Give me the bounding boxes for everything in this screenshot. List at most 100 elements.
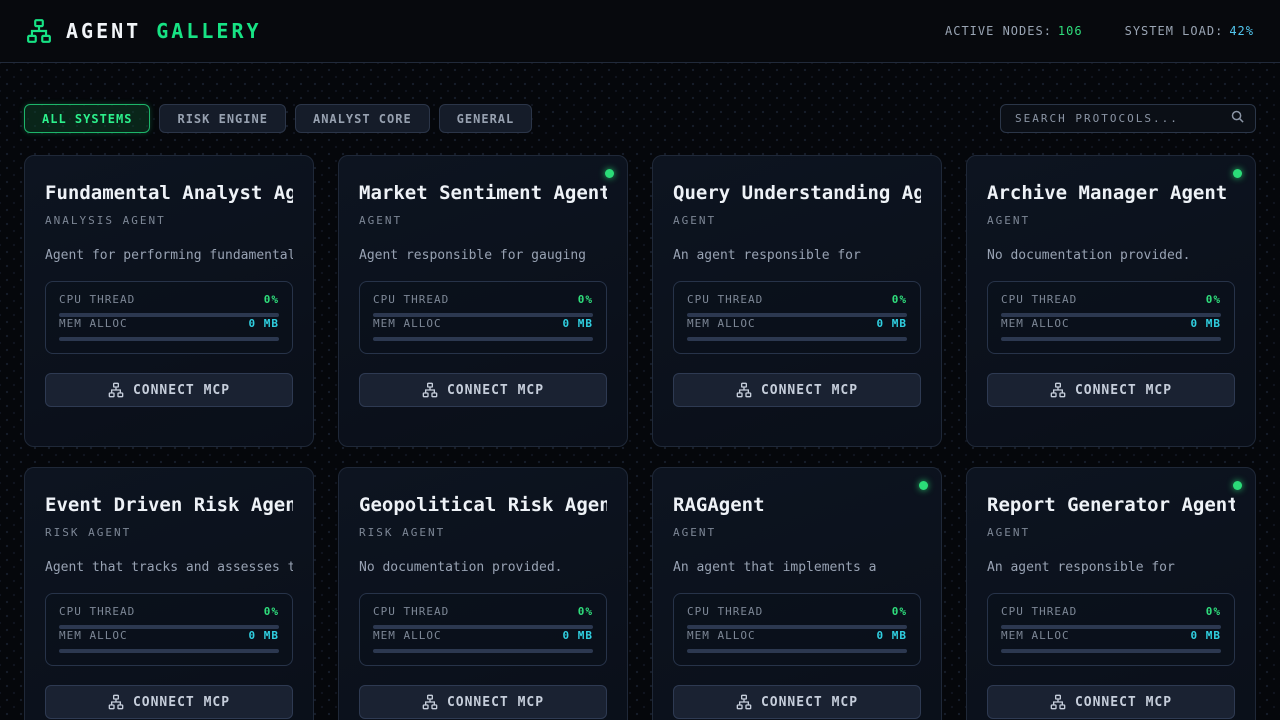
network-hub-icon — [1050, 382, 1066, 398]
cpu-stat-row: CPU THREAD 0% — [687, 293, 907, 306]
agent-card: Event Driven Risk Agent RISK AGENT Agent… — [24, 467, 314, 720]
agent-card-description: Agent that tracks and assesses the — [45, 560, 293, 575]
agent-card-description: No documentation provided. — [359, 560, 607, 575]
mem-progress-bar — [687, 649, 907, 653]
mem-value: 0 MB — [563, 317, 594, 330]
cpu-label: CPU THREAD — [1001, 293, 1077, 306]
connect-mcp-button[interactable]: CONNECT MCP — [359, 373, 607, 407]
search-input[interactable] — [1015, 112, 1230, 125]
filter-label: GENERAL — [457, 112, 515, 126]
mem-value: 0 MB — [877, 629, 908, 642]
connect-mcp-label: CONNECT MCP — [447, 695, 544, 710]
connect-mcp-button[interactable]: CONNECT MCP — [987, 373, 1235, 407]
filter-bar: ALL SYSTEMS RISK ENGINE ANALYST CORE GEN… — [24, 104, 532, 133]
filter-button-general[interactable]: GENERAL — [439, 104, 533, 133]
search-box[interactable] — [1000, 104, 1256, 133]
mem-progress-bar — [687, 337, 907, 341]
connect-mcp-label: CONNECT MCP — [133, 695, 230, 710]
agent-stats-panel: CPU THREAD 0% MEM ALLOC 0 MB — [673, 593, 921, 666]
mem-label: MEM ALLOC — [687, 629, 756, 642]
cpu-value: 0% — [578, 293, 593, 306]
cpu-label: CPU THREAD — [373, 293, 449, 306]
status-dot — [919, 481, 928, 490]
mem-stat-row: MEM ALLOC 0 MB — [687, 317, 907, 330]
mem-progress-bar — [1001, 649, 1221, 653]
connect-mcp-button[interactable]: CONNECT MCP — [45, 373, 293, 407]
mem-progress-bar — [1001, 337, 1221, 341]
app-header: AGENT GALLERY ACTIVE NODES:106 SYSTEM LO… — [0, 0, 1280, 63]
mem-value: 0 MB — [877, 317, 908, 330]
agent-card-title: Geopolitical Risk Agent — [359, 494, 607, 516]
cpu-stat-row: CPU THREAD 0% — [373, 605, 593, 618]
network-hub-icon — [736, 382, 752, 398]
agent-grid: Fundamental Analyst Agent ANALYSIS AGENT… — [24, 155, 1256, 720]
agent-card-title: Query Understanding Agent — [673, 182, 921, 204]
filter-label: RISK ENGINE — [177, 112, 267, 126]
agent-card-title: Report Generator Agent — [987, 494, 1235, 516]
cpu-stat-row: CPU THREAD 0% — [687, 605, 907, 618]
agent-card-description: An agent responsible for — [987, 560, 1235, 575]
agent-card: Report Generator Agent AGENT An agent re… — [966, 467, 1256, 720]
agent-card-title: Event Driven Risk Agent — [45, 494, 293, 516]
agent-stats-panel: CPU THREAD 0% MEM ALLOC 0 MB — [45, 593, 293, 666]
agent-card-description: An agent that implements a — [673, 560, 921, 575]
filter-label: ALL SYSTEMS — [42, 112, 132, 126]
mem-value: 0 MB — [249, 629, 280, 642]
network-hub-icon — [422, 694, 438, 710]
mem-progress-bar — [59, 337, 279, 341]
agent-card: Query Understanding Agent AGENT An agent… — [652, 155, 942, 447]
agent-stats-panel: CPU THREAD 0% MEM ALLOC 0 MB — [673, 281, 921, 354]
mem-value: 0 MB — [563, 629, 594, 642]
agent-card-description: No documentation provided. — [987, 248, 1235, 263]
mem-stat-row: MEM ALLOC 0 MB — [59, 317, 279, 330]
agent-card-type: AGENT — [673, 214, 921, 227]
connect-mcp-button[interactable]: CONNECT MCP — [45, 685, 293, 719]
agent-card-description: Agent responsible for gauging — [359, 248, 607, 263]
mem-label: MEM ALLOC — [1001, 629, 1070, 642]
mem-stat-row: MEM ALLOC 0 MB — [373, 317, 593, 330]
filter-button-analyst-core[interactable]: ANALYST CORE — [295, 104, 430, 133]
agent-card: Archive Manager Agent AGENT No documenta… — [966, 155, 1256, 447]
agent-card-type: AGENT — [673, 526, 921, 539]
mem-progress-bar — [373, 649, 593, 653]
mem-progress-bar — [59, 649, 279, 653]
mem-label: MEM ALLOC — [373, 629, 442, 642]
connect-mcp-label: CONNECT MCP — [133, 383, 230, 398]
mem-stat-row: MEM ALLOC 0 MB — [687, 629, 907, 642]
agent-stats-panel: CPU THREAD 0% MEM ALLOC 0 MB — [359, 593, 607, 666]
agent-card-type: RISK AGENT — [45, 526, 293, 539]
filter-button-risk-engine[interactable]: RISK ENGINE — [159, 104, 285, 133]
connect-mcp-button[interactable]: CONNECT MCP — [359, 685, 607, 719]
cpu-label: CPU THREAD — [373, 605, 449, 618]
mem-value: 0 MB — [249, 317, 280, 330]
cpu-value: 0% — [264, 293, 279, 306]
mem-label: MEM ALLOC — [687, 317, 756, 330]
page-title: AGENT GALLERY — [66, 19, 262, 43]
connect-mcp-button[interactable]: CONNECT MCP — [673, 373, 921, 407]
filter-label: ANALYST CORE — [313, 112, 412, 126]
agent-card-description: An agent responsible for — [673, 248, 921, 263]
mem-value: 0 MB — [1191, 629, 1222, 642]
network-hub-icon — [26, 18, 52, 44]
agent-card: Geopolitical Risk Agent RISK AGENT No do… — [338, 467, 628, 720]
cpu-stat-row: CPU THREAD 0% — [1001, 293, 1221, 306]
agent-card-title: RAGAgent — [673, 494, 921, 516]
connect-mcp-label: CONNECT MCP — [1075, 383, 1172, 398]
network-hub-icon — [736, 694, 752, 710]
mem-stat-row: MEM ALLOC 0 MB — [1001, 629, 1221, 642]
agent-card-title: Fundamental Analyst Agent — [45, 182, 293, 204]
mem-progress-bar — [373, 337, 593, 341]
filter-button-all-systems[interactable]: ALL SYSTEMS — [24, 104, 150, 133]
cpu-stat-row: CPU THREAD 0% — [59, 293, 279, 306]
connect-mcp-label: CONNECT MCP — [761, 383, 858, 398]
connect-mcp-button[interactable]: CONNECT MCP — [673, 685, 921, 719]
connect-mcp-button[interactable]: CONNECT MCP — [987, 685, 1235, 719]
cpu-label: CPU THREAD — [59, 605, 135, 618]
cpu-value: 0% — [892, 605, 907, 618]
agent-stats-panel: CPU THREAD 0% MEM ALLOC 0 MB — [987, 593, 1235, 666]
cpu-stat-row: CPU THREAD 0% — [1001, 605, 1221, 618]
connect-mcp-label: CONNECT MCP — [1075, 695, 1172, 710]
cpu-value: 0% — [1206, 293, 1221, 306]
mem-label: MEM ALLOC — [59, 317, 128, 330]
agent-stats-panel: CPU THREAD 0% MEM ALLOC 0 MB — [987, 281, 1235, 354]
